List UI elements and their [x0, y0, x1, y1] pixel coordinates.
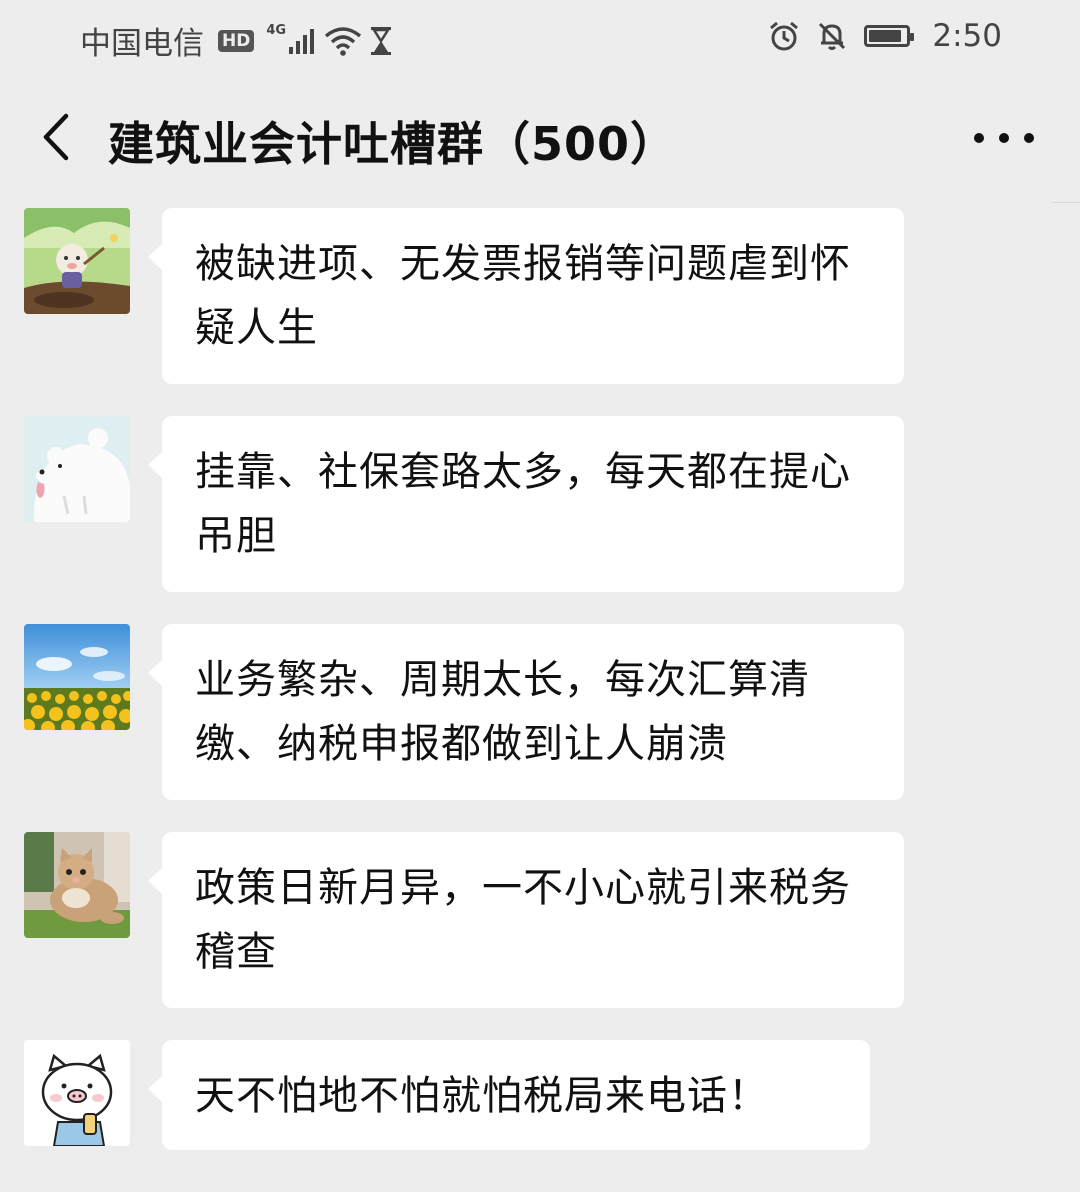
hd-badge: HD: [218, 29, 255, 52]
white-bear-avatar[interactable]: [24, 416, 130, 522]
mute-bell-icon: [819, 22, 846, 50]
message-bubble[interactable]: 业务繁杂、周期太长，每次汇算清缴、纳税申报都做到让人崩溃: [148, 624, 904, 800]
sunflower-field-avatar[interactable]: [24, 624, 130, 730]
message-bubble[interactable]: 政策日新月异，一不小心就引来税务稽查: [148, 832, 904, 1008]
clock-time: 2:50: [932, 18, 1002, 54]
message-bubble[interactable]: 挂靠、社保套路太多，每天都在提心吊胆: [148, 416, 904, 592]
wifi-icon: [324, 26, 362, 56]
message-text: 天不怕地不怕就怕税局来电话！: [195, 1073, 769, 1119]
status-left: 中国电信 HD 4G: [80, 18, 392, 63]
cartoon-sheep-avatar[interactable]: [24, 208, 130, 314]
message-text: 业务繁杂、周期太长，每次汇算清缴、纳税申报都做到让人崩溃: [195, 657, 810, 767]
hourglass-icon: [371, 26, 392, 55]
message-bubble[interactable]: 被缺进项、无发票报销等问题虐到怀疑人生: [148, 208, 904, 384]
status-bar: 中国电信 HD 4G 2:50: [0, 0, 1080, 76]
chat-header: 建筑业会计吐槽群（500）: [0, 92, 1080, 184]
more-options-icon[interactable]: [974, 126, 1034, 150]
alarm-icon: [770, 21, 799, 51]
chat-title: 建筑业会计吐槽群（500）: [108, 117, 678, 171]
cat-avatar[interactable]: [24, 832, 130, 938]
header-divider: [1052, 202, 1080, 203]
back-arrow-icon[interactable]: [38, 110, 78, 164]
message-text: 挂靠、社保套路太多，每天都在提心吊胆: [195, 449, 851, 559]
battery-icon: [864, 25, 915, 47]
pig-cartoon-avatar[interactable]: [24, 1040, 130, 1146]
signal-icon: [289, 28, 315, 54]
message-text: 被缺进项、无发票报销等问题虐到怀疑人生: [195, 241, 851, 351]
carrier-label: 中国电信: [80, 26, 204, 62]
message-text: 政策日新月异，一不小心就引来税务稽查: [195, 865, 851, 975]
network-type-label: 4G: [266, 23, 287, 38]
status-right: 2:50: [768, 18, 1002, 54]
message-bubble[interactable]: 天不怕地不怕就怕税局来电话！: [148, 1040, 870, 1150]
